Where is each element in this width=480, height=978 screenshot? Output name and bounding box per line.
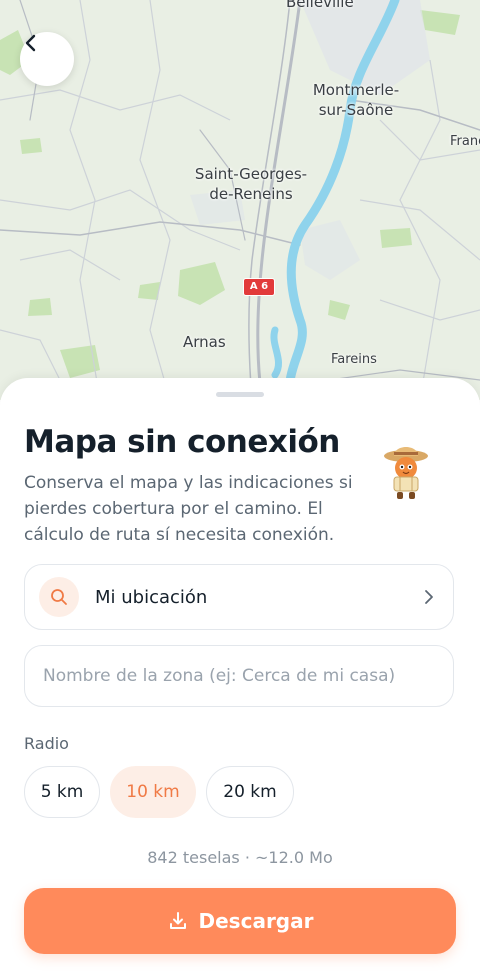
zone-name-input[interactable] — [24, 645, 454, 707]
place-label: Saint-Georges- de-Reneins — [194, 165, 308, 203]
map-view[interactable]: Belleville Montmerle- sur-Saône Franc Sa… — [0, 0, 480, 400]
download-icon — [169, 912, 186, 929]
location-label: Mi ubicación — [95, 587, 208, 608]
download-label: Descargar — [198, 909, 314, 933]
radius-option-20km[interactable]: 20 km — [206, 766, 294, 818]
sheet-drag-handle[interactable] — [216, 392, 264, 397]
place-label: Belleville — [286, 0, 354, 11]
chevron-right-icon — [425, 590, 433, 604]
radius-options: 5 km 10 km 20 km — [24, 766, 294, 818]
search-icon — [39, 577, 79, 617]
tiles-size-summary: 842 teselas · ~12.0 Mo — [147, 848, 333, 867]
road-shield: A 6 — [243, 278, 275, 296]
back-button[interactable] — [20, 32, 74, 86]
explorer-mascot-illustration — [384, 447, 428, 499]
radius-option-5km[interactable]: 5 km — [24, 766, 100, 818]
chevron-left-icon — [25, 34, 36, 52]
sheet-description: Conserva el mapa y las indicaciones si p… — [24, 473, 353, 545]
location-selector[interactable]: Mi ubicación — [24, 564, 454, 630]
offline-map-sheet: Mapa sin conexión Conserva el mapa y las… — [0, 378, 480, 978]
sheet-title: Mapa sin conexión — [24, 424, 340, 460]
place-label: Arnas — [183, 333, 226, 351]
place-label: Fareins — [331, 352, 377, 367]
radius-label: Radio — [24, 734, 69, 753]
radius-option-10km[interactable]: 10 km — [110, 766, 196, 818]
place-label: Franc — [450, 134, 480, 149]
download-button[interactable]: Descargar — [24, 888, 456, 954]
place-label: Montmerle- sur-Saône — [312, 81, 400, 119]
